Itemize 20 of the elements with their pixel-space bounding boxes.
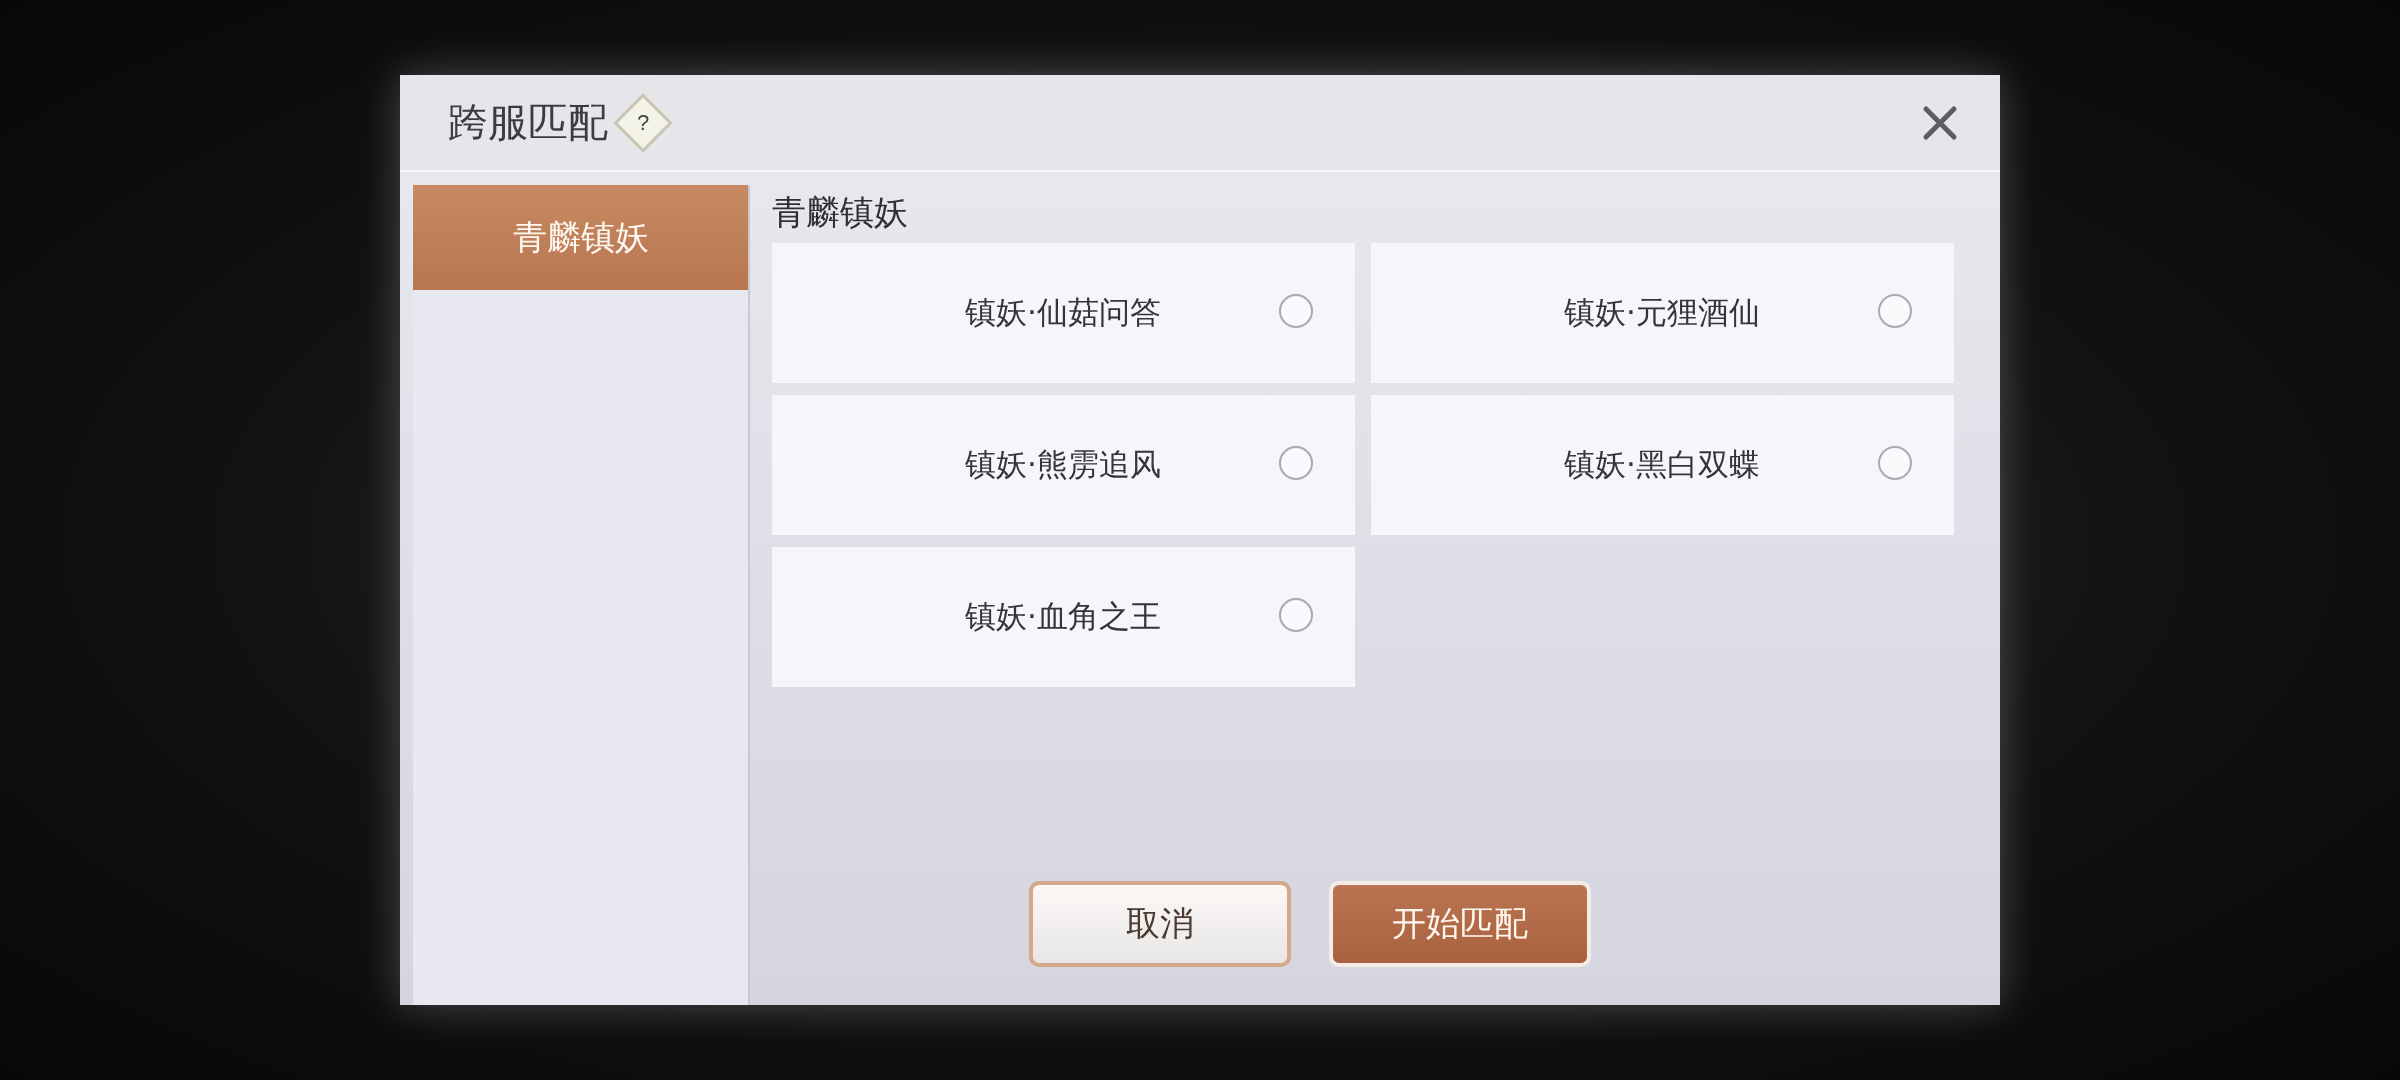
option-card[interactable]: 镇妖·血角之王: [772, 547, 1355, 687]
option-card[interactable]: 镇妖·元狸酒仙: [1371, 243, 1954, 383]
option-label: 镇妖·黑白双蝶: [1564, 445, 1760, 484]
option-card[interactable]: 镇妖·黑白双蝶: [1371, 395, 1954, 535]
option-card[interactable]: 镇妖·仙菇问答: [772, 243, 1355, 383]
option-label: 镇妖·元狸酒仙: [1564, 293, 1760, 332]
option-card[interactable]: 镇妖·熊雳追风: [772, 395, 1355, 535]
option-label: 镇妖·熊雳追风: [965, 445, 1161, 484]
radio-button[interactable]: [1878, 294, 1912, 328]
help-button[interactable]: ?: [613, 92, 673, 153]
dialog-title: 跨服匹配: [448, 98, 608, 147]
cancel-button[interactable]: 取消: [1029, 881, 1291, 967]
radio-button[interactable]: [1279, 446, 1313, 480]
radio-button[interactable]: [1279, 598, 1313, 632]
radio-button[interactable]: [1279, 294, 1313, 328]
option-label: 镇妖·血角之王: [965, 597, 1161, 636]
section-title: 青麟镇妖: [772, 191, 909, 234]
option-label: 镇妖·仙菇问答: [965, 293, 1161, 332]
start-match-button[interactable]: 开始匹配: [1329, 881, 1591, 967]
radio-button[interactable]: [1878, 446, 1912, 480]
